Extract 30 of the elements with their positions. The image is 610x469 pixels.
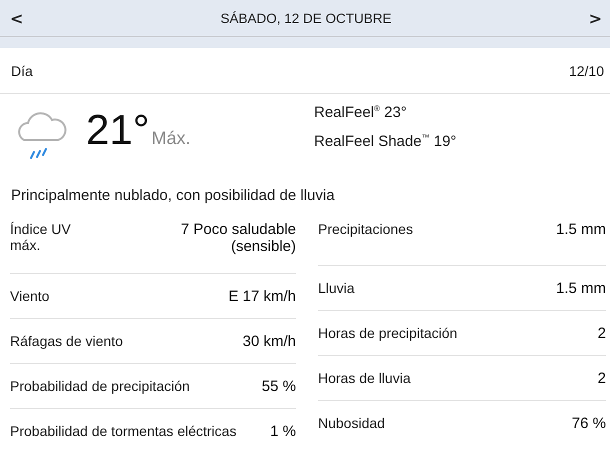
detail-value: 1.5 mm [556, 221, 606, 238]
detail-label: Probabilidad de precipitación [10, 378, 190, 394]
previous-day-button[interactable]: < [8, 8, 26, 28]
date-title: SÁBADO, 12 DE OCTUBRE [220, 10, 392, 26]
day-label: Día [11, 62, 33, 78]
detail-value: 30 km/h [242, 332, 296, 350]
detail-label: Horas de precipitación [318, 325, 458, 341]
weather-description: Principalmente nublado, con posibilidad de lluvia [10, 186, 336, 206]
next-day-button[interactable]: > [586, 8, 604, 28]
realfeel-shade-text: RealFeel Shade$^{™}$ 19° [314, 133, 456, 150]
detail-value: 2 [598, 370, 606, 386]
detail-value: 76 % [572, 414, 606, 432]
detail-value: 1 % [270, 422, 296, 440]
detail-label: Nubosidad [318, 415, 385, 431]
detail-value: 1.5 mm [556, 280, 606, 296]
detail-label: Lluvia [318, 280, 355, 296]
detail-value: E 17 km/h [228, 288, 296, 304]
day-date: 12/10 [568, 62, 604, 78]
detail-label: Probabilidad de tormentas eléctricas [10, 423, 236, 439]
detail-label: Precipitaciones [318, 221, 413, 237]
realfeel-text: RealFeel$^{®}$ 23° [314, 104, 408, 121]
detail-label: Ráfagas de viento [10, 333, 123, 349]
temperature: 21° [86, 108, 150, 152]
detail-value: 55 % [262, 378, 296, 394]
detail-value: 2 [598, 324, 606, 342]
temperature-label: Máx. [152, 128, 191, 149]
detail-label: Horas de lluvia [318, 370, 411, 386]
detail-label: Índice UV máx. [10, 221, 72, 253]
detail-value: 7 Poco saludable (sensible) [180, 221, 296, 255]
detail-label: Viento [10, 288, 50, 304]
